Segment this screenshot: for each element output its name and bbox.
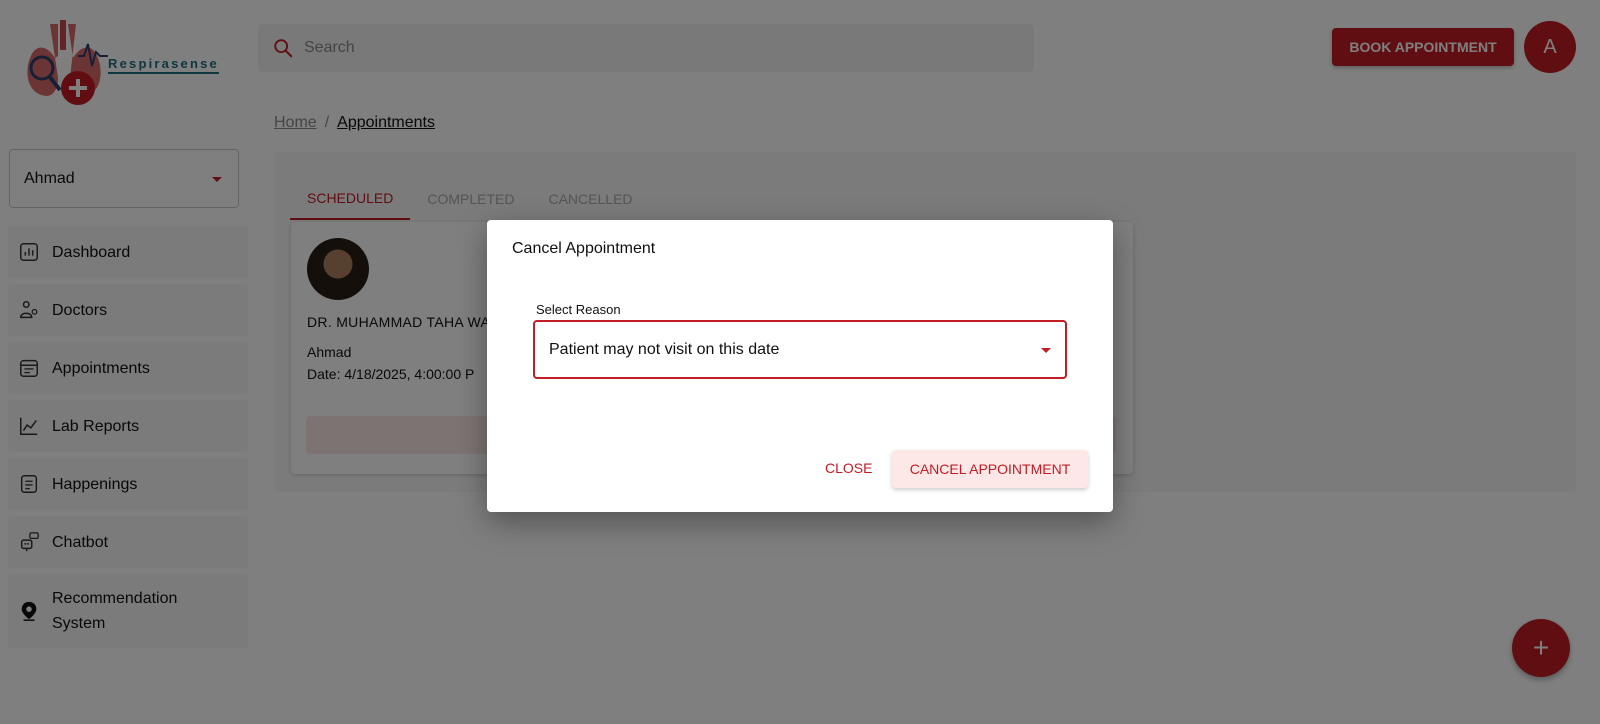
cancel-appointment-dialog: Cancel Appointment Patient may not visit… bbox=[487, 220, 1113, 512]
close-button[interactable]: CLOSE bbox=[817, 449, 880, 487]
reason-label: Select Reason bbox=[533, 302, 624, 317]
reason-select[interactable]: Patient may not visit on this date bbox=[533, 320, 1067, 379]
dialog-title: Cancel Appointment bbox=[512, 240, 656, 257]
reason-select-value: Patient may not visit on this date bbox=[549, 340, 780, 358]
chevron-down-icon bbox=[1041, 348, 1051, 353]
confirm-cancel-appointment-button[interactable]: CANCEL APPOINTMENT bbox=[892, 450, 1088, 488]
